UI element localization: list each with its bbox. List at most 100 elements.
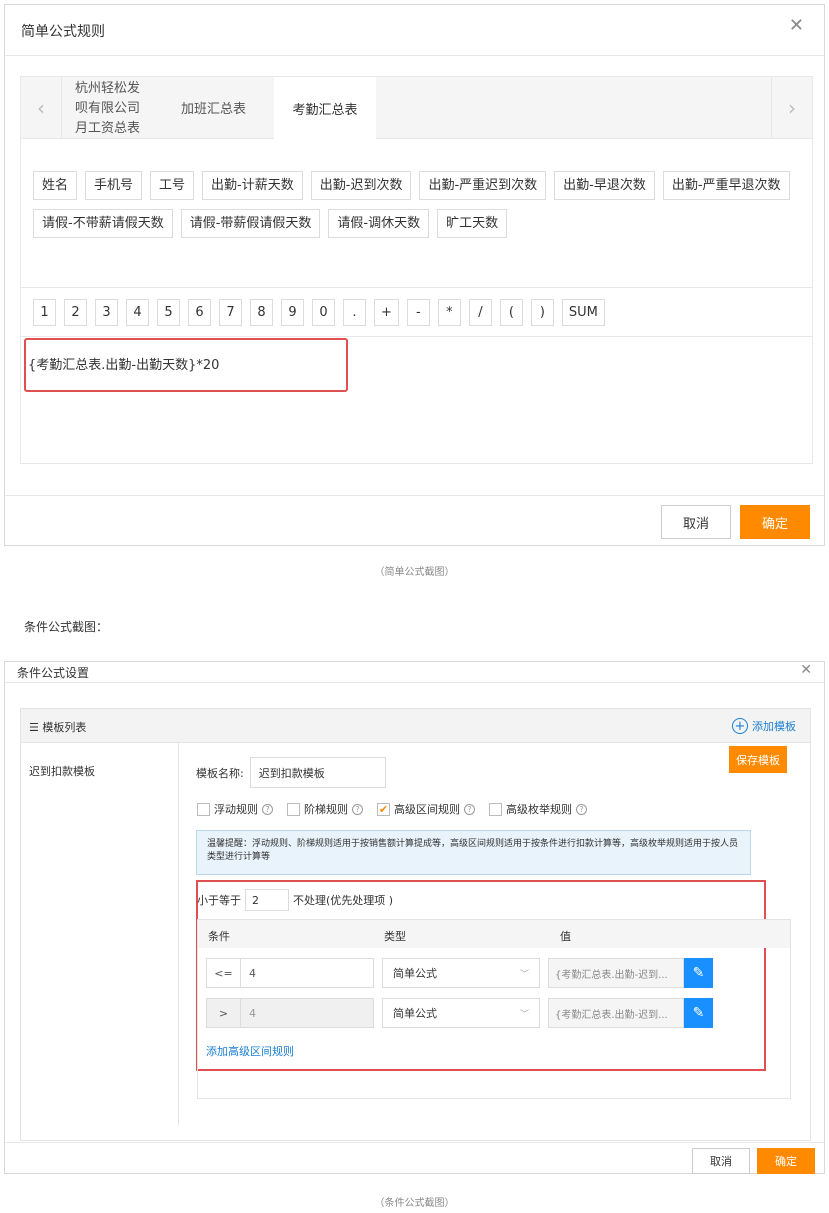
- check-step-rule[interactable]: 阶梯规则 ?: [287, 801, 363, 817]
- key-button[interactable]: 7: [219, 299, 242, 326]
- key-button[interactable]: 5: [157, 299, 180, 326]
- tab-monthly-salary[interactable]: 杭州轻松发 呗有限公司 月工资总表: [75, 77, 161, 138]
- key-button[interactable]: 2: [64, 299, 87, 326]
- condition-input: > 4: [206, 998, 374, 1028]
- tab-overtime-summary[interactable]: 加班汇总表: [181, 77, 246, 138]
- operator-label: >: [207, 999, 241, 1027]
- range-prefix: 小于等于: [197, 894, 241, 907]
- key-button[interactable]: 6: [188, 299, 211, 326]
- check-label: 阶梯规则: [304, 803, 348, 816]
- close-icon[interactable]: ✕: [800, 662, 812, 678]
- template-name-row: 模板名称:: [196, 757, 386, 788]
- conditional-formula-dialog: 条件公式设置 ✕ ☰ 模板列表 + 添加模板 迟到扣款模板 模板名称: 浮动规则…: [4, 661, 825, 1174]
- check-float-rule[interactable]: 浮动规则 ?: [197, 801, 273, 817]
- field-chip[interactable]: 请假-不带薪请假天数: [33, 209, 173, 238]
- caption: （条件公式截图）: [374, 1198, 455, 1209]
- formula-editor[interactable]: {考勤汇总表.出勤-出勤天数}*20: [20, 337, 813, 464]
- divider: [5, 682, 824, 683]
- template-sidebar: 迟到扣款模板: [21, 743, 179, 1125]
- template-item[interactable]: 迟到扣款模板: [29, 763, 95, 779]
- caption: （简单公式截图）: [374, 567, 455, 578]
- tip-banner: 温馨提醒：浮动规则、阶梯规则适用于按销售额计算提成等，高级区间规则适用于按条件进…: [196, 830, 751, 875]
- cancel-button[interactable]: 取消: [661, 505, 731, 539]
- help-icon[interactable]: ?: [576, 803, 587, 815]
- field-chip[interactable]: 姓名: [33, 171, 78, 200]
- field-chip[interactable]: 工号: [150, 171, 195, 200]
- type-select[interactable]: 简单公式 ﹀: [382, 958, 540, 988]
- pencil-icon: ✎: [692, 965, 705, 981]
- template-name-input[interactable]: [249, 757, 386, 788]
- key-button[interactable]: 4: [126, 299, 149, 326]
- checkbox[interactable]: [197, 802, 210, 816]
- chevron-left-icon[interactable]: ‹: [21, 77, 62, 138]
- checkbox[interactable]: [287, 802, 300, 816]
- range-threshold-row: 小于等于 不处理(优先处理项 ): [197, 889, 393, 911]
- threshold-input[interactable]: [245, 889, 289, 911]
- check-advanced-enum-rule[interactable]: 高级枚举规则 ?: [489, 801, 587, 817]
- key-button[interactable]: *: [437, 299, 461, 326]
- key-button[interactable]: -: [406, 299, 430, 326]
- field-chip[interactable]: 请假-调休天数: [328, 209, 430, 238]
- add-template-button[interactable]: + 添加模板: [732, 718, 796, 734]
- save-template-button[interactable]: 保存模板: [729, 746, 787, 773]
- template-body: 迟到扣款模板 模板名称: 浮动规则 ? 阶梯规则 ? ✔ 高级区间规则 ?: [20, 743, 811, 1141]
- add-template-label: 添加模板: [752, 720, 796, 733]
- chevron-down-icon: ﹀: [519, 969, 529, 980]
- field-chip[interactable]: 请假-带薪假请假天数: [180, 209, 321, 238]
- add-range-rule-link[interactable]: 添加高级区间规则: [206, 1043, 294, 1059]
- sum-button[interactable]: SUM: [561, 299, 605, 326]
- condition-input[interactable]: <= 4: [206, 958, 374, 988]
- help-icon[interactable]: ?: [352, 803, 363, 815]
- divider: [5, 55, 824, 56]
- key-button[interactable]: 0: [312, 299, 335, 326]
- field-chip[interactable]: 出勤-迟到次数: [310, 171, 412, 200]
- field-chip[interactable]: 旷工天数: [437, 209, 508, 238]
- formula-value: {考勤汇总表.出勤-迟到...: [548, 958, 684, 988]
- key-button[interactable]: 1: [33, 299, 56, 326]
- edit-formula-button[interactable]: ✎: [684, 958, 713, 988]
- field-chip[interactable]: 出勤-早退次数: [554, 171, 655, 200]
- operator-label: <=: [207, 959, 241, 987]
- range-rule-grid: 条件 类型 值 <= 4 简单公式 ﹀ {考勤汇总表.出勤-迟到... ✎ >: [197, 919, 791, 1099]
- checkbox[interactable]: [489, 802, 502, 816]
- rule-type-checks: 浮动规则 ? 阶梯规则 ? ✔ 高级区间规则 ? 高级枚举规则 ?: [197, 801, 587, 817]
- template-list-header: ☰ 模板列表 + 添加模板: [20, 708, 811, 743]
- field-chip[interactable]: 手机号: [85, 171, 143, 200]
- field-chip[interactable]: 出勤-严重迟到次数: [419, 171, 547, 200]
- field-chip[interactable]: 出勤-计薪天数: [202, 171, 303, 200]
- range-suffix: 不处理(优先处理项 ): [293, 894, 394, 907]
- divider: [5, 1142, 824, 1143]
- key-button[interactable]: 8: [250, 299, 273, 326]
- table-tabs: ‹ 杭州轻松发 呗有限公司 月工资总表 加班汇总表 考勤汇总表 ›: [20, 76, 813, 139]
- template-list-label: ☰ 模板列表: [29, 721, 87, 734]
- key-button[interactable]: .: [343, 299, 366, 326]
- condition-value: 4: [249, 966, 256, 980]
- confirm-button[interactable]: 确定: [740, 505, 810, 539]
- close-icon[interactable]: ✕: [789, 17, 804, 35]
- formula-value: {考勤汇总表.出勤-迟到...: [548, 998, 684, 1028]
- key-button[interactable]: 9: [281, 299, 304, 326]
- help-icon[interactable]: ?: [262, 803, 273, 815]
- edit-formula-button[interactable]: ✎: [684, 998, 713, 1028]
- col-type: 类型: [384, 930, 406, 943]
- key-button[interactable]: (: [499, 299, 523, 326]
- type-value: 简单公式: [393, 1007, 437, 1020]
- cancel-button[interactable]: 取消: [692, 1148, 750, 1174]
- col-condition: 条件: [208, 930, 230, 943]
- confirm-button[interactable]: 确定: [757, 1148, 815, 1174]
- checkbox[interactable]: ✔: [377, 802, 390, 816]
- help-icon[interactable]: ?: [464, 803, 475, 815]
- chevron-right-icon[interactable]: ›: [771, 77, 812, 138]
- type-select[interactable]: 简单公式 ﹀: [382, 998, 540, 1028]
- check-advanced-range-rule[interactable]: ✔ 高级区间规则 ?: [377, 801, 475, 817]
- key-button[interactable]: 3: [95, 299, 118, 326]
- key-button[interactable]: ): [530, 299, 554, 326]
- check-label: 高级区间规则: [394, 803, 460, 816]
- key-button[interactable]: +: [374, 299, 399, 326]
- check-label: 高级枚举规则: [506, 803, 572, 816]
- key-button[interactable]: /: [468, 299, 492, 326]
- field-chip[interactable]: 出勤-严重早退次数: [662, 171, 790, 200]
- formula-text: {考勤汇总表.出勤-出勤天数}*20: [28, 358, 220, 373]
- tab-attendance-summary[interactable]: 考勤汇总表: [274, 77, 376, 139]
- grid-header: 条件 类型 值: [198, 920, 790, 948]
